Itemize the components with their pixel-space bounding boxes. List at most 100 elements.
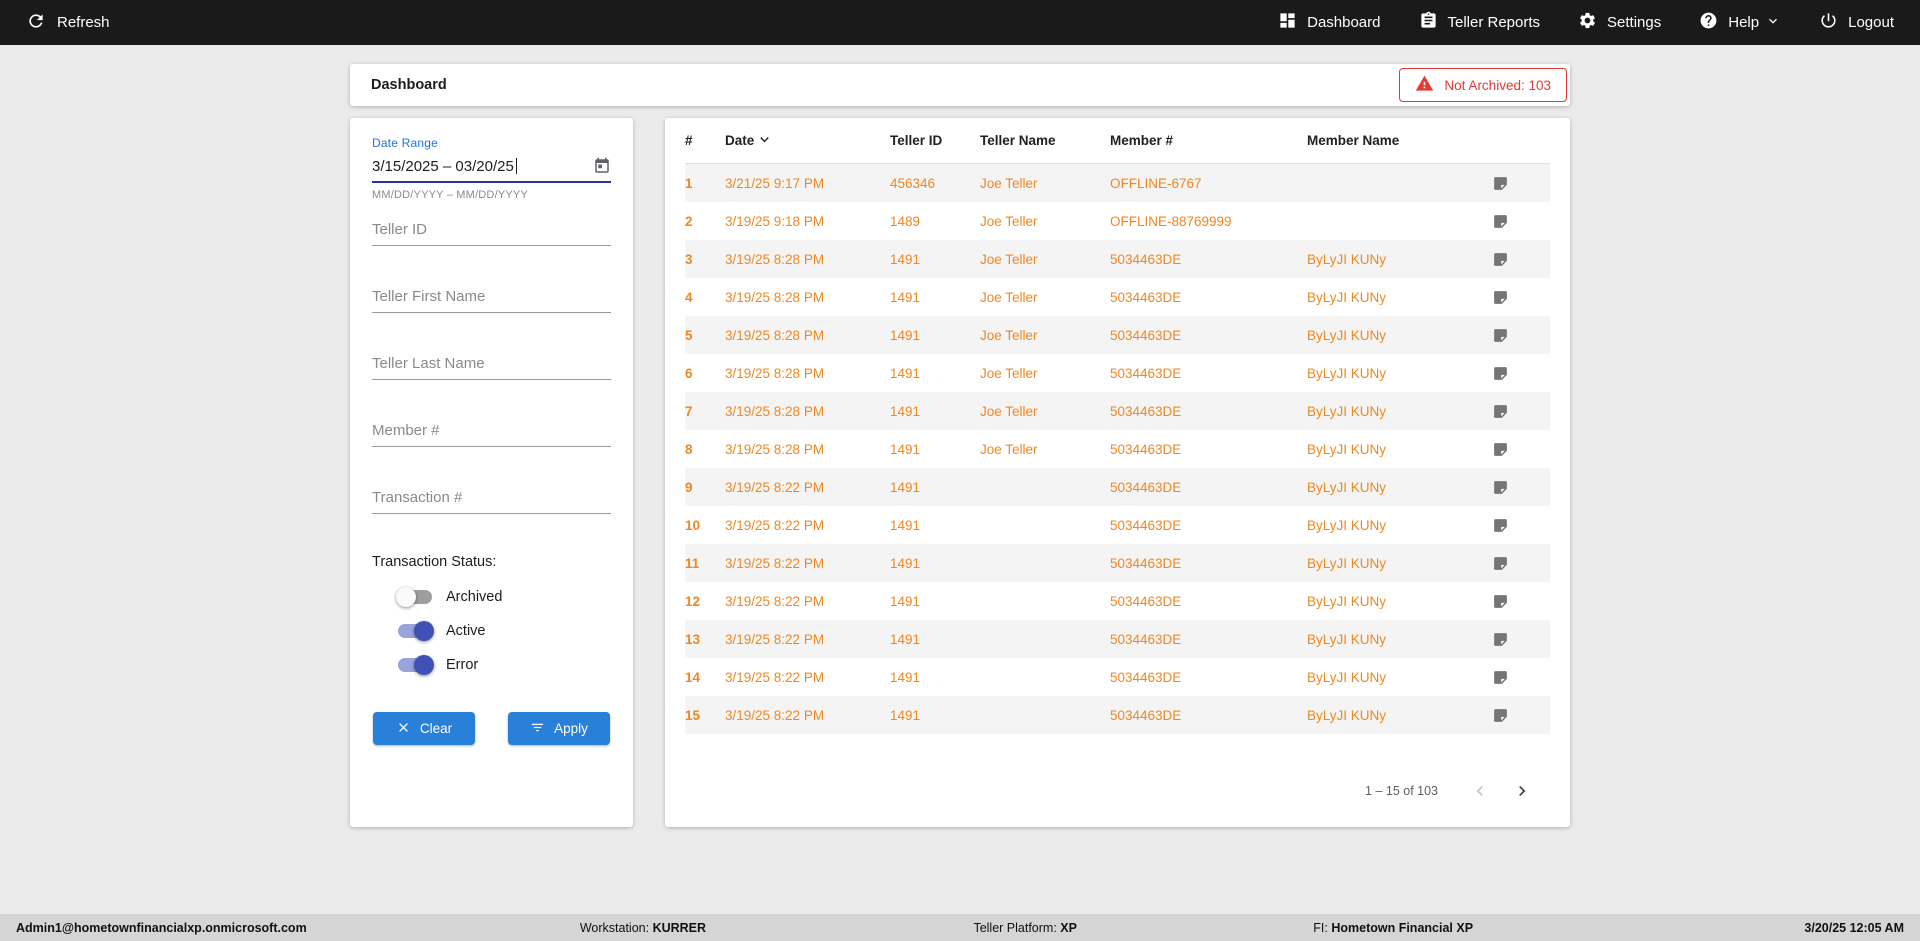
apply-button[interactable]: Apply: [508, 712, 610, 745]
nav-logout[interactable]: Logout: [1819, 11, 1894, 34]
col-header-date[interactable]: Date: [725, 131, 890, 151]
note-icon[interactable]: [1492, 593, 1509, 610]
table-row[interactable]: 2 3/19/25 9:18 PM 1489 Joe Teller OFFLIN…: [685, 202, 1550, 240]
note-icon[interactable]: [1492, 479, 1509, 496]
note-icon[interactable]: [1492, 669, 1509, 686]
teller-first-name-input[interactable]: [372, 283, 611, 313]
cell-teller-id: 1491: [890, 441, 921, 457]
cell-member: OFFLINE-88769999: [1110, 213, 1232, 229]
cell-member-name: ByLyJI KUNy: [1307, 289, 1387, 305]
transaction-number-input[interactable]: [372, 484, 611, 514]
note-icon[interactable]: [1492, 707, 1509, 724]
note-icon[interactable]: [1492, 289, 1509, 306]
note-icon[interactable]: [1492, 251, 1509, 268]
table-row[interactable]: 10 3/19/25 8:22 PM 1491 5034463DE ByLyJI…: [685, 506, 1550, 544]
next-page-button[interactable]: [1508, 777, 1536, 805]
nav-help[interactable]: Help: [1699, 11, 1781, 34]
table-row[interactable]: 9 3/19/25 8:22 PM 1491 5034463DE ByLyJI …: [685, 468, 1550, 506]
table-row[interactable]: 15 3/19/25 8:22 PM 1491 5034463DE ByLyJI…: [685, 696, 1550, 734]
nav-teller-reports-label: Teller Reports: [1447, 14, 1541, 31]
table-row[interactable]: 14 3/19/25 8:22 PM 1491 5034463DE ByLyJI…: [685, 658, 1550, 696]
note-icon[interactable]: [1492, 365, 1509, 382]
archived-toggle[interactable]: [396, 587, 432, 607]
col-header-member-name: Member Name: [1307, 133, 1400, 148]
teller-id-input[interactable]: [372, 216, 611, 246]
note-icon[interactable]: [1492, 175, 1509, 192]
cell-member-name: ByLyJI KUNy: [1307, 327, 1387, 343]
not-archived-badge[interactable]: Not Archived: 103: [1399, 68, 1567, 102]
cell-date: 3/19/25 8:28 PM: [725, 441, 825, 457]
table-row[interactable]: 13 3/19/25 8:22 PM 1491 5034463DE ByLyJI…: [685, 620, 1550, 658]
status-bar: Admin1@hometownfinancialxp.onmicrosoft.c…: [0, 914, 1920, 941]
active-toggle[interactable]: [398, 621, 434, 641]
note-icon[interactable]: [1492, 403, 1509, 420]
cell-teller-id: 1491: [890, 403, 921, 419]
member-number-input[interactable]: [372, 417, 611, 447]
table-row[interactable]: 11 3/19/25 8:22 PM 1491 5034463DE ByLyJI…: [685, 544, 1550, 582]
note-icon[interactable]: [1492, 517, 1509, 534]
clear-button[interactable]: Clear: [373, 712, 475, 745]
refresh-icon: [26, 11, 46, 35]
table-row[interactable]: 3 3/19/25 8:28 PM 1491 Joe Teller 503446…: [685, 240, 1550, 278]
logout-icon: [1819, 11, 1838, 34]
cell-date: 3/19/25 8:22 PM: [725, 669, 825, 685]
cell-member-name: ByLyJI KUNy: [1307, 403, 1387, 419]
error-toggle[interactable]: [398, 655, 434, 675]
note-icon[interactable]: [1492, 441, 1509, 458]
nav-teller-reports[interactable]: Teller Reports: [1419, 11, 1541, 34]
filter-panel: Date Range 3/15/2025 – 03/20/25 MM/DD/YY…: [350, 118, 633, 827]
col-header-num: #: [685, 133, 693, 148]
pagination-label: 1 – 15 of 103: [1365, 784, 1438, 798]
cell-num: 5: [685, 327, 693, 343]
refresh-button[interactable]: Refresh: [26, 11, 110, 35]
table-row[interactable]: 12 3/19/25 8:22 PM 1491 5034463DE ByLyJI…: [685, 582, 1550, 620]
table-row[interactable]: 6 3/19/25 8:28 PM 1491 Joe Teller 503446…: [685, 354, 1550, 392]
pagination: 1 – 15 of 103: [685, 767, 1550, 813]
date-range-input[interactable]: 3/15/2025 – 03/20/25: [372, 150, 611, 183]
note-icon[interactable]: [1492, 555, 1509, 572]
cell-member-name: ByLyJI KUNy: [1307, 441, 1387, 457]
table-row[interactable]: 7 3/19/25 8:28 PM 1491 Joe Teller 503446…: [685, 392, 1550, 430]
toggle-row-archived: Archived: [396, 584, 611, 610]
cell-member: 5034463DE: [1110, 631, 1182, 647]
cell-num: 4: [685, 289, 693, 305]
table-header-row: # Date Teller ID Teller Name Member # Me…: [685, 118, 1550, 164]
cell-teller-id: 1491: [890, 593, 921, 609]
archived-toggle-label: Archived: [446, 589, 503, 605]
apply-button-label: Apply: [554, 721, 588, 736]
note-icon[interactable]: [1492, 327, 1509, 344]
table-row[interactable]: 1 3/21/25 9:17 PM 456346 Joe Teller OFFL…: [685, 164, 1550, 202]
nav-dashboard[interactable]: Dashboard: [1278, 11, 1381, 34]
table-row[interactable]: 4 3/19/25 8:28 PM 1491 Joe Teller 503446…: [685, 278, 1550, 316]
prev-page-button[interactable]: [1466, 777, 1494, 805]
cell-num: 3: [685, 251, 693, 267]
cell-teller-name: Joe Teller: [980, 289, 1038, 305]
results-table: # Date Teller ID Teller Name Member # Me…: [665, 118, 1570, 827]
cell-date: 3/19/25 8:28 PM: [725, 251, 825, 267]
teller-last-name-input[interactable]: [372, 350, 611, 380]
cell-date: 3/19/25 8:28 PM: [725, 327, 825, 343]
page-title: Dashboard: [371, 77, 447, 93]
table-row[interactable]: 8 3/19/25 8:28 PM 1491 Joe Teller 503446…: [685, 430, 1550, 468]
cell-num: 2: [685, 213, 693, 229]
cell-member: 5034463DE: [1110, 707, 1182, 723]
cell-num: 10: [685, 517, 701, 533]
cell-member: 5034463DE: [1110, 479, 1182, 495]
cell-num: 6: [685, 365, 693, 381]
calendar-icon[interactable]: [593, 157, 611, 175]
date-range-helper: MM/DD/YYYY – MM/DD/YYYY: [372, 189, 528, 201]
table-row[interactable]: 5 3/19/25 8:28 PM 1491 Joe Teller 503446…: [685, 316, 1550, 354]
note-icon[interactable]: [1492, 213, 1509, 230]
cell-member-name: ByLyJI KUNy: [1307, 555, 1387, 571]
cell-member-name: ByLyJI KUNy: [1307, 479, 1387, 495]
note-icon[interactable]: [1492, 631, 1509, 648]
status-workstation: Workstation: KURRER: [579, 920, 707, 935]
cell-teller-id: 1491: [890, 251, 921, 267]
error-toggle-label: Error: [446, 657, 479, 673]
cell-date: 3/19/25 8:22 PM: [725, 593, 825, 609]
nav-settings[interactable]: Settings: [1578, 11, 1661, 34]
cell-teller-name: Joe Teller: [980, 365, 1038, 381]
cell-date: 3/21/25 9:17 PM: [725, 175, 825, 191]
cell-member: 5034463DE: [1110, 327, 1182, 343]
close-icon: [396, 720, 411, 738]
